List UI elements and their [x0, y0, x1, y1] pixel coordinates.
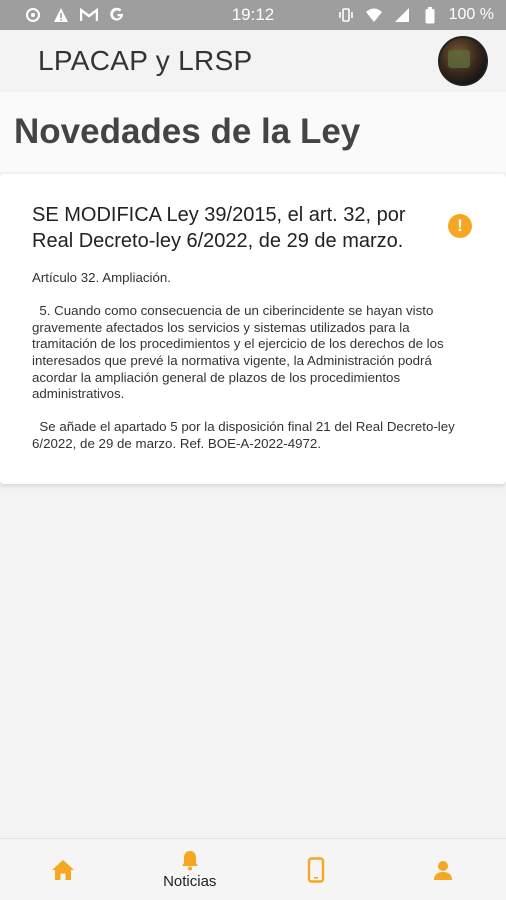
- nav-item-phone[interactable]: [257, 839, 375, 900]
- news-card-header: SE MODIFICA Ley 39/2015, el art. 32, por…: [32, 202, 474, 254]
- user-icon: [433, 860, 453, 880]
- warning-icon: [52, 6, 70, 24]
- battery-percent: 100 %: [448, 6, 494, 23]
- status-right-icons: 100 %: [337, 6, 494, 24]
- gmail-icon: [80, 6, 98, 24]
- news-card[interactable]: SE MODIFICA Ley 39/2015, el art. 32, por…: [0, 174, 506, 484]
- nav-item-noticias[interactable]: Noticias: [131, 839, 249, 900]
- page-title: Novedades de la Ley: [14, 112, 361, 151]
- nav-item-profile[interactable]: [384, 839, 502, 900]
- google-icon: [108, 6, 126, 24]
- vibrate-icon: [337, 6, 355, 24]
- nav-item-home[interactable]: [4, 839, 122, 900]
- news-paragraph: Se añade el apartado 5 por la disposició…: [32, 419, 459, 451]
- phone-icon: [307, 856, 325, 883]
- bottom-nav: Noticias: [0, 838, 506, 900]
- battery-icon: [421, 6, 439, 24]
- app-bar: LPACAP y LRSP: [0, 30, 506, 92]
- page-header: Novedades de la Ley: [0, 92, 506, 172]
- nav-label-noticias: Noticias: [163, 873, 217, 890]
- news-paragraph: 5. Cuando como consecuencia de un ciberi…: [32, 303, 448, 402]
- wifi-icon: [365, 6, 383, 24]
- settings-icon: [24, 6, 42, 24]
- home-icon: [51, 859, 75, 881]
- alert-icon: !: [448, 214, 472, 238]
- signal-icon: [393, 6, 411, 24]
- bell-icon: [179, 849, 201, 871]
- news-body: Artículo 32. Ampliación. 5. Cuando como …: [32, 270, 474, 453]
- avatar[interactable]: [438, 36, 488, 86]
- status-left-icons: [24, 6, 126, 24]
- news-title: SE MODIFICA Ley 39/2015, el art. 32, por…: [32, 204, 406, 252]
- news-paragraph: Artículo 32. Ampliación.: [32, 270, 171, 285]
- status-bar: 19:12 100 %: [0, 0, 506, 30]
- app-title: LPACAP y LRSP: [38, 45, 253, 76]
